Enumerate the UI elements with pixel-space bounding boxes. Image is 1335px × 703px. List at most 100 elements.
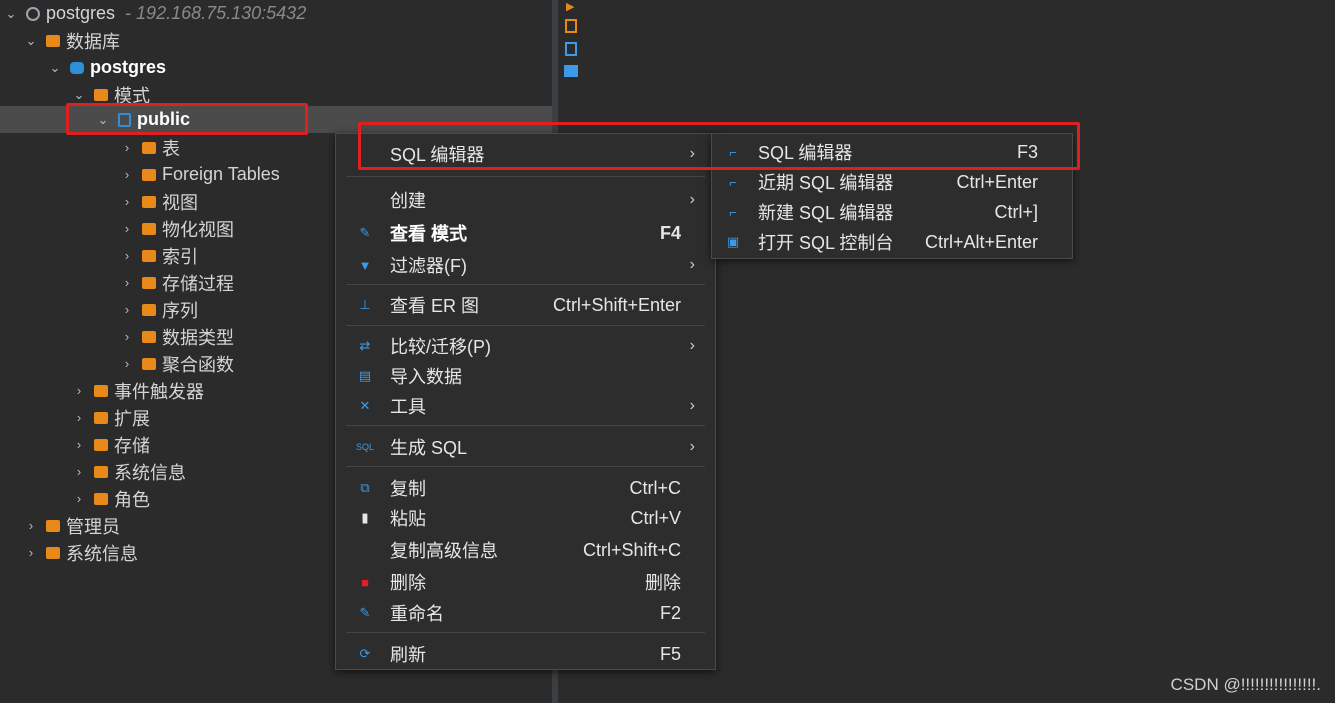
chevron-right-icon[interactable]: ›	[120, 329, 134, 344]
menu-separator	[346, 632, 705, 633]
database-icon	[70, 61, 84, 74]
menu-item-generate-sql[interactable]: SQL 生成 SQL ›	[336, 432, 715, 462]
menu-item-view-schema[interactable]: ✎ 查看 模式 F4	[336, 218, 715, 248]
folder-icon	[142, 276, 156, 289]
menu-item-shortcut: F4	[659, 222, 681, 243]
tree-label: 聚合函数	[162, 354, 234, 375]
tree-label: 存储过程	[162, 273, 234, 294]
tree-node-connection[interactable]: ⌄ postgres - 192.168.75.130:5432	[0, 0, 552, 27]
chevron-right-icon[interactable]: ›	[120, 140, 134, 155]
chevron-right-icon[interactable]: ›	[72, 491, 86, 506]
menu-item-refresh[interactable]: ⟳ 刷新 F5	[336, 639, 715, 669]
menu-item-shortcut: Ctrl+Shift+C	[582, 539, 681, 560]
chevron-right-icon[interactable]: ›	[120, 194, 134, 209]
menu-item-shortcut: Ctrl+C	[629, 477, 681, 498]
menu-separator	[346, 466, 705, 467]
menu-item-label: 复制	[390, 479, 426, 499]
tree-label: 视图	[162, 192, 198, 213]
menu-item-shortcut: Ctrl+]	[994, 201, 1038, 222]
tree-label: 扩展	[114, 408, 150, 429]
chevron-down-icon[interactable]: ⌄	[72, 87, 86, 103]
menu-separator	[346, 325, 705, 326]
menu-item-label: 粘贴	[390, 509, 426, 529]
tables-icon	[142, 141, 156, 154]
menu-item-shortcut: 删除	[645, 573, 681, 593]
tree-label: 存储	[114, 435, 150, 456]
folder-icon	[94, 384, 108, 397]
chevron-right-icon: ›	[689, 337, 695, 354]
chevron-right-icon[interactable]: ›	[72, 383, 86, 398]
new-sql-editor-icon: ⌐	[729, 204, 737, 220]
submenu-item-new-sql-editor[interactable]: ⌐ 新建 SQL 编辑器 Ctrl+]	[712, 197, 1072, 227]
admin-icon	[46, 519, 60, 532]
chevron-right-icon[interactable]: ›	[72, 437, 86, 452]
chevron-right-icon[interactable]: ›	[120, 275, 134, 290]
delete-icon: ■	[361, 574, 369, 590]
tree-label: 物化视图	[162, 219, 234, 240]
tree-label: 系统信息	[114, 462, 186, 483]
tree-label: 数据库	[66, 31, 120, 52]
menu-item-label: 创建	[390, 191, 426, 211]
tree-node-database[interactable]: ⌄ postgres	[0, 54, 552, 81]
document-icon[interactable]	[565, 42, 577, 56]
tree-node-databases[interactable]: ⌄ 数据库	[0, 27, 552, 54]
tree-label: 索引	[162, 246, 198, 267]
chevron-right-icon[interactable]: ›	[24, 545, 38, 560]
tree-label: postgres	[90, 57, 167, 77]
menu-item-paste[interactable]: ▮ 粘贴 Ctrl+V	[336, 503, 715, 533]
script-icon[interactable]	[565, 19, 577, 33]
menu-item-copy-advanced[interactable]: 复制高级信息 Ctrl+Shift+C	[336, 535, 715, 565]
menu-item-label: 新建 SQL 编辑器	[758, 203, 894, 223]
context-menu: SQL 编辑器 › 创建 › ✎ 查看 模式 F4 ▼ 过滤器(F) › ⊥ 查…	[335, 133, 716, 670]
menu-item-view-er[interactable]: ⊥ 查看 ER 图 Ctrl+Shift+Enter	[336, 290, 715, 320]
chevron-right-icon: ›	[689, 191, 695, 208]
system-info-icon	[46, 546, 60, 559]
views-icon	[142, 195, 156, 208]
chevron-down-icon[interactable]: ⌄	[4, 6, 18, 22]
menu-item-compare[interactable]: ⇄ 比较/迁移(P) ›	[336, 331, 715, 361]
highlight-box-schema	[66, 103, 308, 135]
tree-label: 事件触发器	[114, 381, 204, 402]
storage-icon	[94, 438, 108, 451]
menu-item-create[interactable]: 创建 ›	[336, 185, 715, 215]
run-icon[interactable]: ▶	[566, 0, 576, 13]
menu-item-label: 比较/迁移(P)	[390, 337, 491, 357]
submenu-item-open-sql-console[interactable]: ▣ 打开 SQL 控制台 Ctrl+Alt+Enter	[712, 227, 1072, 257]
menu-item-shortcut: Ctrl+Alt+Enter	[924, 231, 1038, 252]
menu-item-filter[interactable]: ▼ 过滤器(F) ›	[336, 250, 715, 280]
copy-icon: ⧉	[360, 480, 370, 495]
chevron-right-icon[interactable]: ›	[120, 248, 134, 263]
chevron-right-icon[interactable]: ›	[24, 518, 38, 533]
menu-item-import[interactable]: ▤ 导入数据	[336, 361, 715, 391]
schemas-folder-icon	[94, 88, 108, 101]
menu-item-label: 工具	[390, 397, 426, 417]
tree-label: 序列	[162, 300, 198, 321]
menu-separator	[346, 425, 705, 426]
chevron-down-icon[interactable]: ⌄	[48, 60, 62, 76]
menu-item-shortcut: Ctrl+Shift+Enter	[552, 294, 681, 315]
menu-item-delete[interactable]: ■ 删除 删除	[336, 567, 715, 597]
submenu-item-recent-sql-editor[interactable]: ⌐ 近期 SQL 编辑器 Ctrl+Enter	[712, 167, 1072, 197]
menu-item-label: 近期 SQL 编辑器	[758, 173, 894, 193]
chevron-down-icon[interactable]: ⌄	[24, 33, 38, 49]
chevron-right-icon: ›	[689, 256, 695, 273]
tree-label: 表	[162, 138, 180, 159]
chevron-right-icon[interactable]: ›	[72, 464, 86, 479]
chevron-right-icon[interactable]: ›	[120, 356, 134, 371]
chevron-right-icon[interactable]: ›	[120, 167, 134, 182]
console-icon[interactable]	[564, 65, 578, 77]
highlight-box-sql-editor	[358, 122, 1080, 170]
folder-icon	[142, 330, 156, 343]
import-icon: ▤	[358, 368, 372, 383]
chevron-right-icon[interactable]: ›	[120, 302, 134, 317]
refresh-icon: ⟳	[359, 646, 371, 661]
menu-item-copy[interactable]: ⧉ 复制 Ctrl+C	[336, 473, 715, 503]
menu-item-label: 刷新	[390, 645, 426, 665]
chevron-right-icon[interactable]: ›	[72, 410, 86, 425]
menu-item-rename[interactable]: ✎ 重命名 F2	[336, 598, 715, 628]
folder-icon	[142, 357, 156, 370]
connection-icon	[26, 6, 40, 21]
menu-item-tools[interactable]: ✕ 工具 ›	[336, 391, 715, 421]
console-icon: ▣	[726, 234, 740, 249]
chevron-right-icon[interactable]: ›	[120, 221, 134, 236]
